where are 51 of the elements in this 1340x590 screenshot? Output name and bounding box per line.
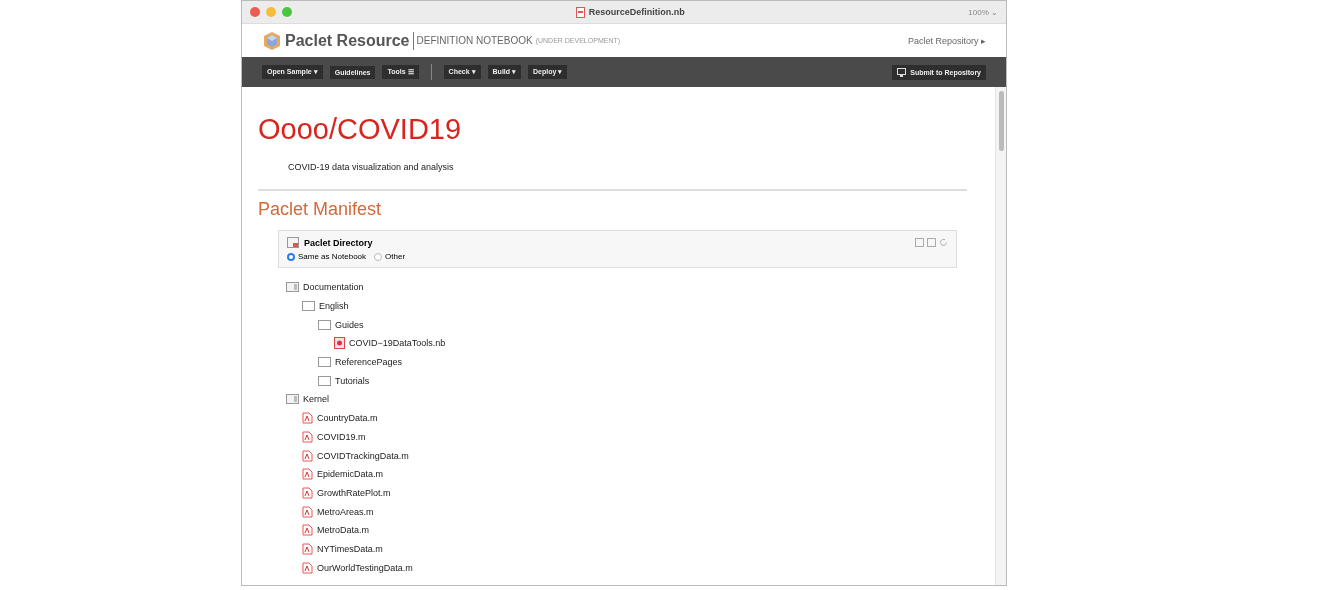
file-tree-item[interactable]: English <box>319 301 349 312</box>
document-icon <box>575 6 585 18</box>
file-tree-item[interactable]: OurWorldTestingData.m <box>317 562 413 573</box>
notebook-file-icon <box>334 337 345 350</box>
file-tree-item[interactable]: Documentation <box>303 282 364 293</box>
file-tree-item[interactable]: CountryData.m <box>317 413 378 424</box>
file-tree-item[interactable]: MetroAreas.m <box>317 506 374 517</box>
radio-option[interactable]: Other <box>374 252 406 261</box>
file-tree-item[interactable]: EpidemicData.m <box>317 469 384 480</box>
file-tree-item[interactable]: MetroData.m <box>317 525 369 536</box>
file-tree-item[interactable]: NYTimesData.m <box>317 543 383 554</box>
directory-title: Paclet Directory <box>304 237 373 248</box>
package-file-icon <box>302 542 313 555</box>
package-file-icon <box>302 430 313 443</box>
package-file-icon <box>302 486 313 499</box>
file-tree-item[interactable]: Tutorials <box>335 375 370 386</box>
notebook-subtitle: DEFINITION NOTEBOOK <box>416 35 533 46</box>
zoom-button[interactable] <box>282 7 292 17</box>
repository-menu[interactable]: Paclet Repository ▸ <box>907 35 986 46</box>
package-file-icon <box>302 449 313 462</box>
file-tree-item[interactable]: ReferencePages <box>335 357 403 368</box>
monitor-icon <box>897 67 907 77</box>
file-tree-item[interactable]: COVID19.m <box>317 431 366 442</box>
cube-logo-icon <box>262 30 282 51</box>
folder-icon <box>318 319 331 330</box>
folder-icon <box>318 357 331 368</box>
refresh-icon[interactable] <box>939 238 948 247</box>
package-file-icon <box>302 561 313 574</box>
folder-icon <box>318 375 331 386</box>
close-button[interactable] <box>250 7 260 17</box>
file-tree-item[interactable]: GrowthRatePlot.m <box>317 487 391 498</box>
description-text: COVID-19 data visualization and analysis <box>288 162 455 172</box>
radio-option[interactable]: Same as Notebook <box>287 252 367 261</box>
folder-icon <box>286 282 299 293</box>
file-tree-item[interactable]: Kernel <box>303 394 329 405</box>
package-file-icon <box>302 524 313 537</box>
minimize-button[interactable] <box>266 7 276 17</box>
file-tree-item[interactable]: COVIDTrackingData.m <box>317 450 409 461</box>
package-file-icon <box>302 468 313 481</box>
folder-icon <box>302 301 315 312</box>
notebook-title: Oooo/COVID19 <box>258 113 463 146</box>
brand-title: Paclet Resource <box>285 31 414 50</box>
package-file-icon <box>302 505 313 518</box>
folder-icon <box>286 394 299 405</box>
folder-icon <box>287 237 299 248</box>
file-tree-item[interactable]: Guides <box>335 319 364 330</box>
scrollbar-thumb[interactable] <box>998 91 1004 151</box>
file-tree-item[interactable]: COVID−19DataTools.nb <box>349 338 446 349</box>
window-title: ResourceDefinition.nb <box>588 7 685 17</box>
section-heading: Paclet Manifest <box>258 199 383 220</box>
package-file-icon <box>302 412 313 425</box>
